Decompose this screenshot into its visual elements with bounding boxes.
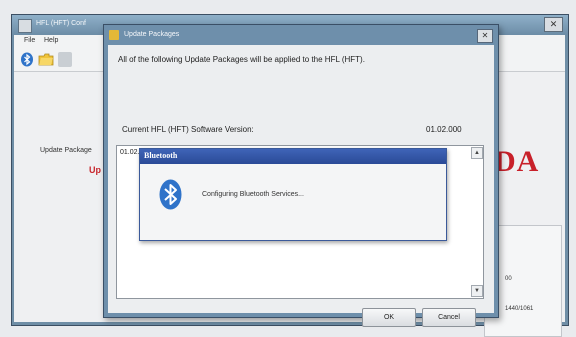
main-close-button[interactable]: ✕ [544, 17, 563, 32]
toolbar-bluetooth-button[interactable] [20, 52, 34, 67]
main-window-title: HFL (HFT) Conf [36, 20, 86, 27]
dialog-title: Update Packages [124, 31, 180, 38]
scroll-down-icon: ▼ [474, 288, 480, 294]
scroll-down-button[interactable]: ▼ [471, 285, 483, 297]
info-line-2: 1440/1061 [505, 306, 534, 312]
bluetooth-title-bar: Bluetooth [140, 149, 446, 164]
dialog-close-button[interactable]: ✕ [477, 29, 493, 43]
toolbar-device-button[interactable] [58, 52, 72, 67]
update-status-text: Up [89, 165, 101, 175]
version-value: 01.02.000 [426, 125, 462, 134]
info-line-1: 00 [505, 276, 512, 282]
scroll-up-button[interactable]: ▲ [471, 147, 483, 159]
bluetooth-status-text: Configuring Bluetooth Services... [202, 191, 304, 198]
version-label: Current HFL (HFT) Software Version: [122, 125, 254, 134]
toolbar-open-button[interactable] [38, 52, 54, 67]
bluetooth-popup: Bluetooth Configuring Bluetooth Services… [139, 148, 447, 241]
ok-button[interactable]: OK [362, 308, 416, 327]
close-icon: ✕ [481, 31, 489, 40]
cancel-button[interactable]: Cancel [422, 308, 476, 327]
scroll-up-icon: ▲ [474, 150, 480, 156]
dialog-package-icon [109, 30, 119, 40]
brand-logo: DA [494, 145, 540, 178]
bluetooth-title: Bluetooth [144, 151, 178, 160]
folder-icon [38, 53, 54, 66]
dialog-title-bar[interactable]: Update Packages ✕ [104, 25, 498, 45]
update-package-label: Update Package [40, 147, 92, 154]
dialog-message: All of the following Update Packages wil… [118, 55, 365, 64]
bluetooth-icon [159, 179, 182, 210]
menu-file[interactable]: File [24, 37, 35, 44]
app-icon [18, 19, 32, 33]
menu-help[interactable]: Help [44, 37, 58, 44]
bluetooth-icon [21, 52, 33, 67]
close-icon: ✕ [549, 19, 558, 29]
